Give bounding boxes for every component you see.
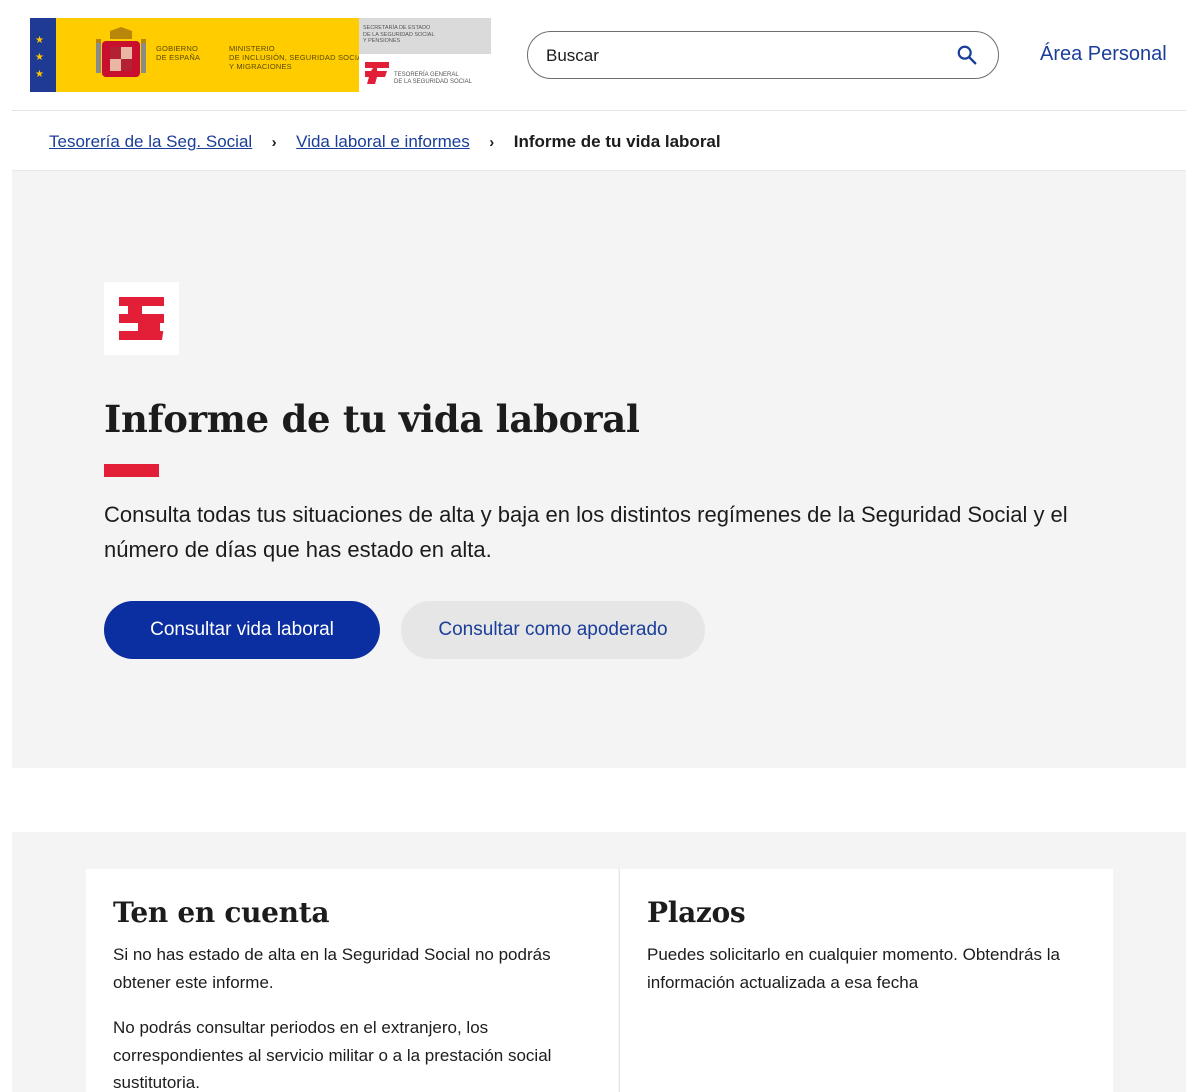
- secretaria-box: SECRETARÍA DE ESTADO DE LA SEGURIDAD SOC…: [359, 18, 491, 54]
- ten-en-cuenta-paragraph: Si no has estado de alta en la Seguridad…: [113, 945, 551, 992]
- chevron-right-icon: ›: [271, 133, 277, 151]
- header-divider: [12, 110, 1186, 111]
- plazos-card: Plazos Puedes solicitarlo en cualquier m…: [619, 869, 1113, 1092]
- tgss-box: TESORERÍA GENERAL DE LA SEGURIDAD SOCIAL: [359, 54, 491, 92]
- ministry-banner: GOBIERNO DE ESPAÑA MINISTERIO DE INCLUSI…: [56, 18, 387, 92]
- ministerio-text: MINISTERIO DE INCLUSIÓN, SEGURIDAD SOCIA…: [229, 44, 367, 71]
- page-title: Informe de tu vida laboral: [104, 397, 640, 441]
- title-accent-bar: [104, 464, 159, 477]
- star-icon: ★: [35, 52, 44, 63]
- tgss-logo: [104, 282, 179, 355]
- coat-of-arms-icon: [96, 27, 146, 77]
- plazos-title: Plazos: [647, 896, 746, 929]
- consultar-vida-laboral-button[interactable]: Consultar vida laboral: [104, 601, 380, 659]
- government-logo[interactable]: ★ ★ ★ GOBIERNO DE ESPAÑA MINISTERIO DE I…: [30, 18, 491, 92]
- gobierno-text: GOBIERNO DE ESPAÑA: [156, 44, 201, 62]
- tgss-logo-icon: [365, 62, 389, 84]
- search-input[interactable]: [546, 45, 946, 67]
- search-box: [527, 31, 999, 79]
- hero-section: Informe de tu vida laboral Consulta toda…: [12, 170, 1186, 768]
- breadcrumb: Tesorería de la Seg. Social › Vida labor…: [49, 131, 721, 153]
- breadcrumb-current: Informe de tu vida laboral: [513, 132, 721, 151]
- tgss-text: TESORERÍA GENERAL DE LA SEGURIDAD SOCIAL: [394, 72, 473, 85]
- star-icon: ★: [35, 69, 44, 80]
- area-personal-link[interactable]: Área Personal: [1040, 43, 1167, 66]
- breadcrumb-vida-laboral-link[interactable]: Vida laboral e informes: [296, 132, 470, 152]
- site-header: ★ ★ ★ GOBIERNO DE ESPAÑA MINISTERIO DE I…: [0, 0, 1200, 111]
- secretaria-text: SECRETARÍA DE ESTADO DE LA SEGURIDAD SOC…: [363, 25, 435, 44]
- star-icon: ★: [35, 35, 44, 46]
- breadcrumb-tesoreria-link[interactable]: Tesorería de la Seg. Social: [49, 132, 252, 152]
- ten-en-cuenta-paragraph: No podrás consultar periodos en el extra…: [113, 1018, 552, 1092]
- info-section: Ten en cuenta Si no has estado de alta e…: [12, 832, 1186, 1092]
- plazos-text: Puedes solicitarlo en cualquier momento.…: [647, 945, 1060, 992]
- consultar-como-apoderado-button[interactable]: Consultar como apoderado: [401, 601, 705, 659]
- eu-flag-stripe: ★ ★ ★: [30, 18, 56, 92]
- tgss-logo-icon: [119, 297, 164, 340]
- ten-en-cuenta-title: Ten en cuenta: [113, 896, 330, 929]
- ten-en-cuenta-card: Ten en cuenta Si no has estado de alta e…: [86, 869, 618, 1092]
- search-icon[interactable]: [956, 44, 978, 66]
- page-description: Consulta todas tus situaciones de alta y…: [104, 502, 1068, 562]
- chevron-right-icon: ›: [489, 133, 495, 151]
